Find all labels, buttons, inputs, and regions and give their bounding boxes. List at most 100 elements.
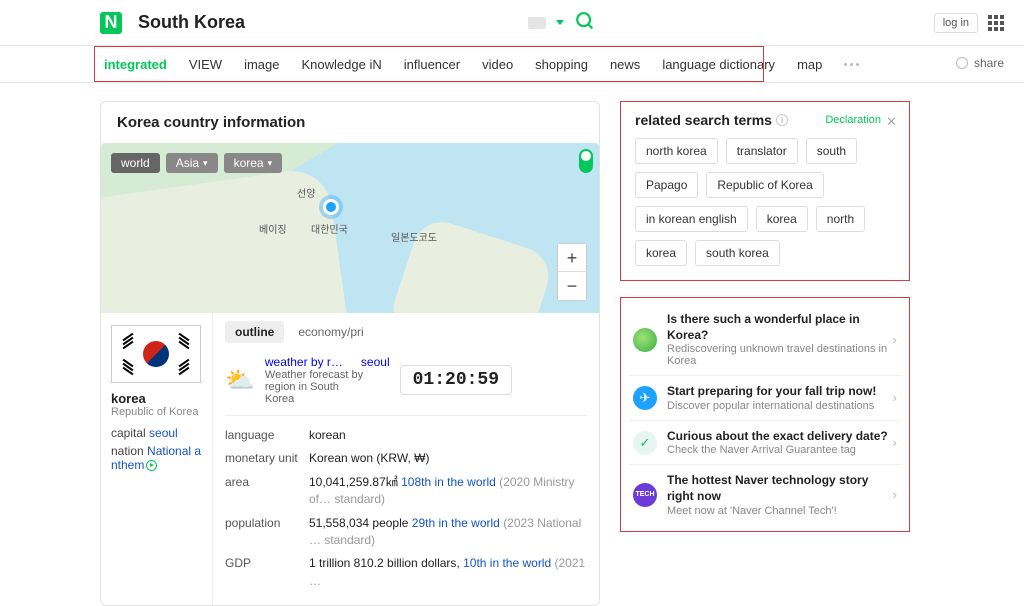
- related-chip[interactable]: north korea: [635, 138, 718, 164]
- language-val: korean: [309, 427, 587, 444]
- tab-map[interactable]: map: [797, 57, 822, 72]
- promo-item[interactable]: ✈ Start preparing for your fall trip now…: [629, 375, 901, 420]
- tabs-more-icon[interactable]: [844, 63, 859, 66]
- tab-view[interactable]: VIEW: [189, 57, 222, 72]
- promo-item[interactable]: Is there such a wonderful place in Korea…: [629, 304, 901, 375]
- related-terms-card: related search terms i Declaration ✕ nor…: [620, 101, 910, 281]
- share-label: share: [974, 56, 1004, 70]
- zoom-in-button[interactable]: +: [558, 244, 586, 272]
- area-key: area: [225, 474, 303, 509]
- promo-title: Is there such a wonderful place in Korea…: [667, 312, 897, 343]
- tab-dictionary[interactable]: language dictionary: [662, 57, 775, 72]
- weather-city-link[interactable]: seoul: [361, 355, 390, 369]
- related-title: related search terms: [635, 112, 772, 128]
- related-chip[interactable]: south: [806, 138, 857, 164]
- crumb-asia-label: Asia: [176, 156, 199, 170]
- search-query: South Korea: [138, 12, 245, 33]
- gdp-key: GDP: [225, 555, 303, 590]
- language-key: language: [225, 427, 303, 444]
- crumb-asia[interactable]: Asia ▾: [166, 153, 218, 173]
- country-subname: Republic of Korea: [111, 406, 202, 418]
- search-tabs: integrated VIEW image Knowledge iN influ…: [0, 46, 1024, 82]
- related-chip[interactable]: in korean english: [635, 206, 748, 232]
- gdp-rank-link[interactable]: 10th in the world: [463, 556, 551, 570]
- map-label-shenyang: 선양: [297, 185, 315, 200]
- flag-korea: [111, 325, 201, 383]
- weather-icon: ⛅: [225, 366, 255, 395]
- tag-icon: ✓: [633, 431, 657, 455]
- search-icon[interactable]: [574, 10, 596, 35]
- share-button[interactable]: share: [956, 56, 1004, 70]
- subtab-outline[interactable]: outline: [225, 321, 284, 343]
- zoom-out-button[interactable]: −: [558, 272, 586, 300]
- info-icon[interactable]: i: [776, 114, 788, 126]
- related-chip[interactable]: north: [816, 206, 865, 232]
- promo-sub: Discover popular international destinati…: [667, 400, 876, 412]
- map-label-korea: 대한민국: [311, 221, 348, 236]
- declaration-link[interactable]: Declaration: [825, 114, 881, 126]
- map-pin-icon: [323, 199, 339, 215]
- apps-grid-icon[interactable]: [988, 15, 1004, 31]
- map-label-beijing: 베이징: [259, 221, 287, 236]
- tab-image[interactable]: image: [244, 57, 279, 72]
- area-val: 10,041,259.87㎢: [309, 475, 398, 489]
- subtab-economy[interactable]: economy/pri: [288, 321, 373, 343]
- gdp-val: 1 trillion 810.2 billion dollars,: [309, 556, 460, 570]
- related-chip[interactable]: Papago: [635, 172, 698, 198]
- nation-key: nation: [111, 444, 144, 458]
- promo-item[interactable]: TECH The hottest Naver technology story …: [629, 464, 901, 524]
- tab-shopping[interactable]: shopping: [535, 57, 588, 72]
- country-card-title: Korea country information: [101, 102, 599, 143]
- chevron-down-icon: ▾: [268, 158, 273, 169]
- tab-influencer[interactable]: influencer: [404, 57, 460, 72]
- promo-title: Curious about the exact delivery date?: [667, 429, 888, 445]
- promo-sub: Check the Naver Arrival Guarantee tag: [667, 444, 888, 456]
- related-chip[interactable]: south korea: [695, 240, 780, 266]
- share-icon: [956, 57, 968, 69]
- mail-icon[interactable]: [528, 17, 546, 29]
- login-button[interactable]: log in: [934, 13, 978, 33]
- crumb-korea-label: korea: [234, 156, 264, 170]
- country-name: korea: [111, 391, 202, 406]
- plane-icon: ✈: [633, 386, 657, 410]
- related-chip[interactable]: Republic of Korea: [706, 172, 823, 198]
- chevron-right-icon: ›: [893, 332, 897, 347]
- pop-val: 51,558,034 people: [309, 516, 408, 530]
- promo-list: Is there such a wonderful place in Korea…: [620, 297, 910, 532]
- promo-item[interactable]: ✓ Curious about the exact delivery date?…: [629, 420, 901, 465]
- map-label-japan: 일본도코도: [391, 229, 437, 244]
- map-toggle[interactable]: [579, 149, 593, 173]
- monetary-key: monetary unit: [225, 450, 303, 467]
- weather-desc: Weather forecast by region in South Kore…: [265, 369, 365, 405]
- monetary-val: Korean won (KRW, ₩): [309, 450, 587, 467]
- capital-link[interactable]: seoul: [149, 426, 178, 440]
- promo-title: The hottest Naver technology story right…: [667, 473, 897, 504]
- map-breadcrumb: world Asia ▾ korea ▾: [111, 153, 282, 173]
- crumb-world[interactable]: world: [111, 153, 160, 173]
- related-chip[interactable]: translator: [726, 138, 798, 164]
- related-chip[interactable]: korea: [635, 240, 687, 266]
- chevron-down-icon: ▾: [203, 158, 208, 169]
- tech-icon: TECH: [633, 483, 657, 507]
- play-icon[interactable]: [146, 460, 157, 471]
- related-chip[interactable]: korea: [756, 206, 808, 232]
- tab-news[interactable]: news: [610, 57, 640, 72]
- area-rank-link[interactable]: 108th in the world: [401, 475, 496, 489]
- promo-title: Start preparing for your fall trip now!: [667, 384, 876, 400]
- tab-knowledgein[interactable]: Knowledge iN: [302, 57, 382, 72]
- capital-key: capital: [111, 426, 146, 440]
- chevron-right-icon: ›: [893, 390, 897, 405]
- tab-video[interactable]: video: [482, 57, 513, 72]
- chevron-right-icon: ›: [893, 435, 897, 450]
- weather-title-link[interactable]: weather by r…: [265, 355, 343, 369]
- close-icon[interactable]: ✕: [886, 114, 897, 130]
- pop-rank-link[interactable]: 29th in the world: [412, 516, 500, 530]
- globe-icon: [633, 328, 657, 352]
- tab-integrated[interactable]: integrated: [104, 57, 167, 72]
- naver-logo[interactable]: N: [100, 12, 122, 34]
- promo-sub: Rediscovering unknown travel destination…: [667, 343, 897, 367]
- dropdown-caret-icon[interactable]: [556, 20, 564, 25]
- local-time: 01:20:59: [400, 365, 512, 395]
- chevron-right-icon: ›: [893, 487, 897, 502]
- crumb-korea[interactable]: korea ▾: [224, 153, 283, 173]
